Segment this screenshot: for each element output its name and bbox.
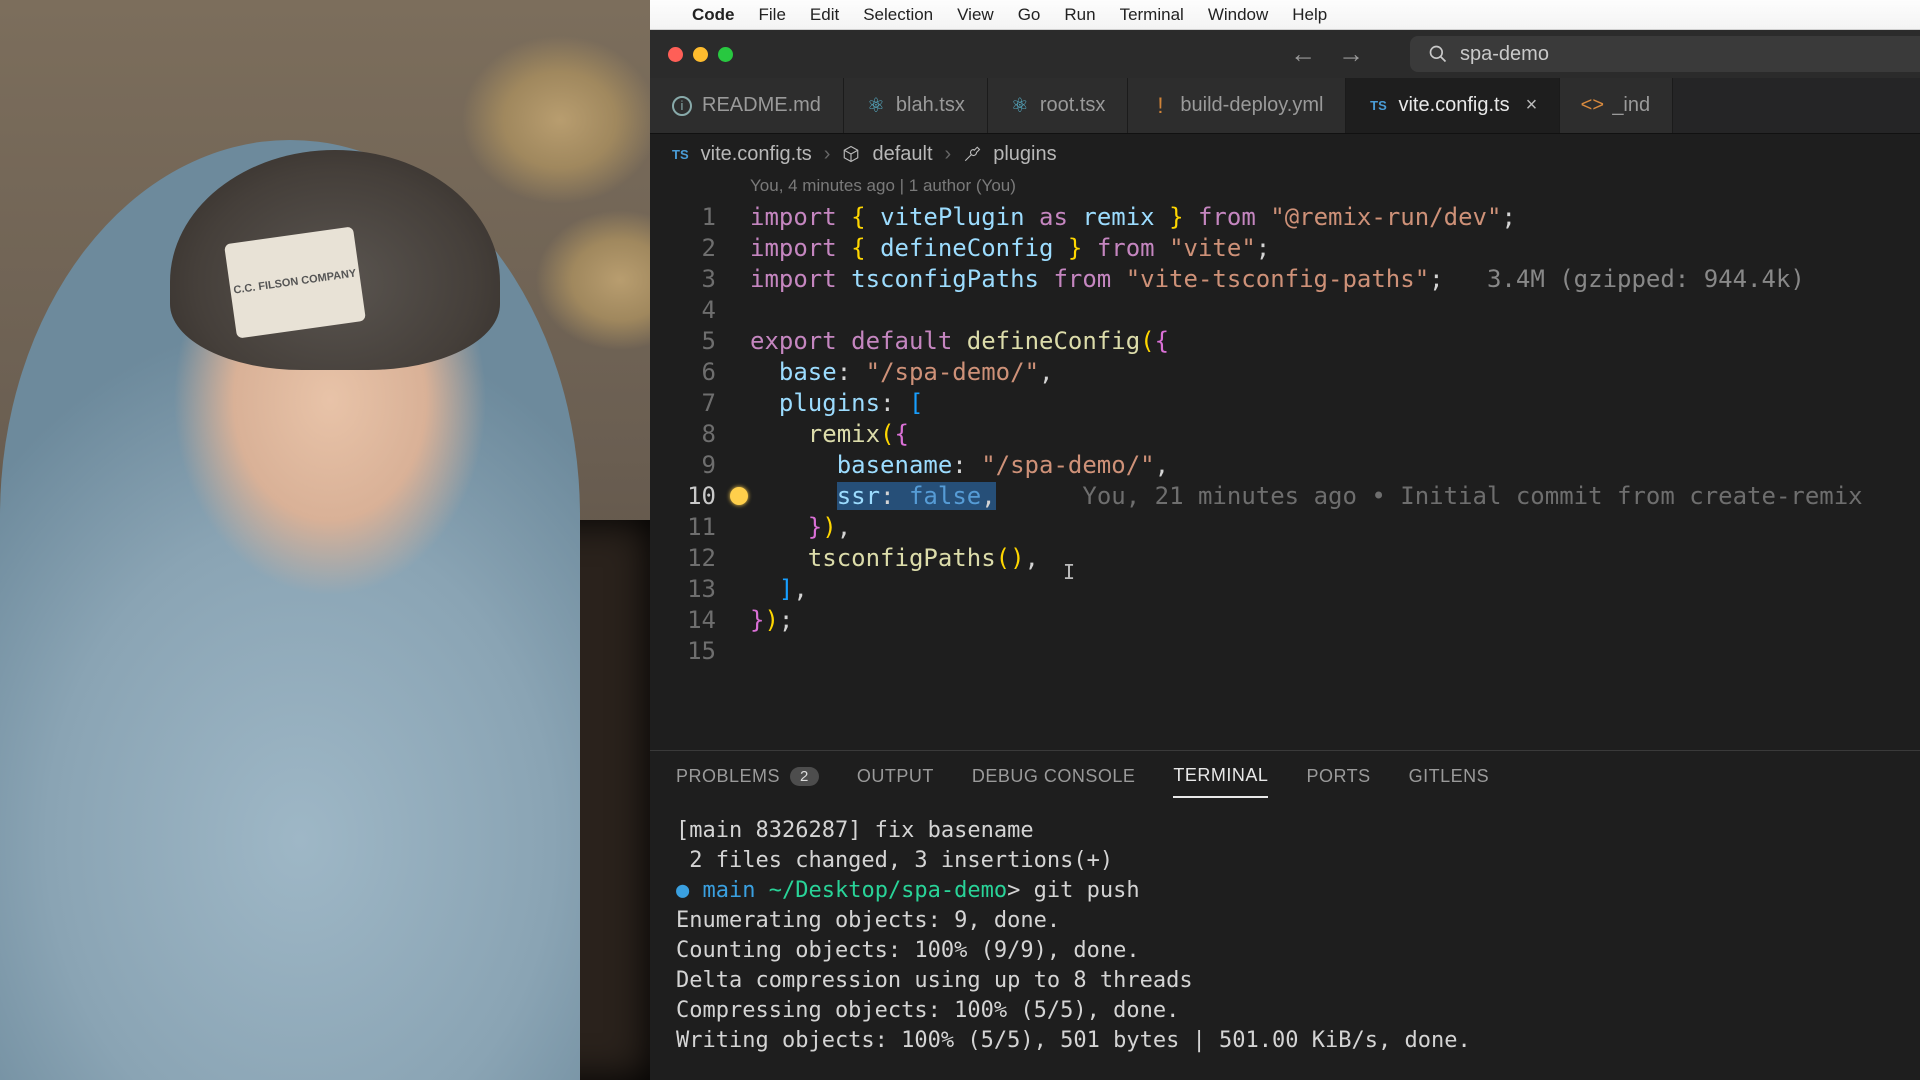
panel-tab-label: OUTPUT [857,766,934,787]
panel-tab-output[interactable]: OUTPUT [857,765,934,798]
gitlens-blame: You, 21 minutes ago • Initial commit fro… [1082,482,1862,510]
term-changed: 2 files changed, 3 insertions(+) [676,848,1113,873]
close-tab-icon[interactable]: × [1526,94,1538,117]
bottom-panel: PROBLEMS 2 OUTPUT DEBUG CONSOLE TERMINAL… [650,750,1920,1080]
tab-label: blah.tsx [896,94,965,117]
panel-tab-problems[interactable]: PROBLEMS 2 [676,765,819,798]
chevron-right-icon: › [945,143,952,166]
panel-tab-terminal[interactable]: TERMINAL [1173,765,1268,798]
menu-run[interactable]: Run [1064,5,1095,25]
panel-tab-label: TERMINAL [1173,765,1268,786]
pkg-vite: vite [1184,234,1242,262]
tab-index[interactable]: <> _ind [1560,78,1673,133]
code-editor[interactable]: 1import { vitePlugin as remix } from "@r… [650,202,1920,750]
react-icon: ⚛ [867,93,885,118]
cap-patch: C.C. FILSON COMPANY [224,226,366,338]
problems-badge: 2 [790,767,819,786]
import-size-hint: 3.4M (gzipped: 944.4k) [1487,265,1805,293]
text-cursor-icon: I [1063,557,1077,579]
close-window-button[interactable] [668,47,683,62]
panel-tab-label: PORTS [1306,766,1370,787]
search-text: spa-demo [1460,43,1549,66]
term-out-1: Counting objects: 100% (9/9), done. [676,938,1140,963]
term-out-4: Writing objects: 100% (5/5), 501 bytes |… [676,1028,1471,1053]
term-branch: main [703,878,756,903]
menu-terminal[interactable]: Terminal [1120,5,1184,25]
term-out-3: Compressing objects: 100% (5/5), done. [676,998,1179,1023]
fullscreen-window-button[interactable] [718,47,733,62]
typescript-icon: TS [1370,98,1387,113]
breadcrumb-default[interactable]: default [872,143,932,166]
traffic-lights [668,47,733,62]
ssr-value: false [909,482,981,510]
menu-go[interactable]: Go [1018,5,1041,25]
menu-view[interactable]: View [957,5,994,25]
editor-tabbar: i README.md ⚛ blah.tsx ⚛ root.tsx ! buil… [650,78,1920,134]
panel-tab-debug-console[interactable]: DEBUG CONSOLE [972,765,1136,798]
panel-tab-label: GITLENS [1409,766,1490,787]
lightbulb-icon[interactable] [730,487,748,505]
nav-forward-button[interactable]: → [1338,39,1364,70]
tab-vite-config[interactable]: TS vite.config.ts × [1346,78,1560,133]
menu-edit[interactable]: Edit [810,5,839,25]
exclamation-icon: ! [1157,93,1163,119]
nav-back-button[interactable]: ← [1290,39,1316,70]
tab-label: README.md [702,94,821,117]
term-out-0: Enumerating objects: 9, done. [676,908,1060,933]
vscode-window: Code File Edit Selection View Go Run Ter… [650,0,1920,1080]
panel-tabbar: PROBLEMS 2 OUTPUT DEBUG CONSOLE TERMINAL… [650,751,1920,798]
search-icon [1428,44,1448,64]
term-out-2: Delta compression using up to 8 threads [676,968,1193,993]
term-commit: [main 8326287] fix basename [676,818,1034,843]
react-icon: ⚛ [1011,93,1029,118]
panel-tab-ports[interactable]: PORTS [1306,765,1370,798]
tab-build-deploy[interactable]: ! build-deploy.yml [1128,78,1346,133]
tab-label: build-deploy.yml [1180,94,1323,117]
breadcrumb-plugins[interactable]: plugins [993,143,1056,166]
command-center-search[interactable]: spa-demo [1410,36,1920,72]
tab-label: root.tsx [1040,94,1106,117]
chevron-right-icon: › [824,143,831,166]
menu-window[interactable]: Window [1208,5,1268,25]
panel-tab-label: DEBUG CONSOLE [972,766,1136,787]
tab-root[interactable]: ⚛ root.tsx [988,78,1129,133]
html-icon: <> [1581,94,1604,117]
breadcrumb-file[interactable]: vite.config.ts [701,143,812,166]
tab-label: _ind [1612,94,1650,117]
tab-label: vite.config.ts [1398,94,1509,117]
tab-blah[interactable]: ⚛ blah.tsx [844,78,988,133]
pkg-tsconfig: vite-tsconfig-paths [1140,265,1415,293]
menubar-app-name[interactable]: Code [692,5,735,25]
info-icon: i [672,96,692,116]
basename-value: /spa-demo/ [996,451,1141,479]
panel-tab-label: PROBLEMS [676,766,780,787]
pkg-remix: @remix-run/dev [1285,203,1487,231]
wrench-icon [963,145,981,163]
window-titlebar: ← → spa-demo [650,30,1920,78]
tab-readme[interactable]: i README.md [650,78,844,133]
editor-nav-arrows: ← → [1290,39,1364,70]
menu-file[interactable]: File [759,5,786,25]
term-path: ~/Desktop/spa-demo [769,878,1007,903]
breadcrumb[interactable]: TS vite.config.ts › default › plugins [650,134,1920,174]
typescript-icon: TS [672,147,689,162]
codelens-authors[interactable]: You, 4 minutes ago | 1 author (You) [650,174,1920,202]
minimize-window-button[interactable] [693,47,708,62]
menu-help[interactable]: Help [1292,5,1327,25]
mac-menubar[interactable]: Code File Edit Selection View Go Run Ter… [650,0,1920,30]
menu-selection[interactable]: Selection [863,5,933,25]
terminal[interactable]: [main 8326287] fix basename 2 files chan… [650,798,1920,1080]
module-icon [842,145,860,163]
webcam-overlay: C.C. FILSON COMPANY [0,0,650,1080]
term-command: git push [1034,878,1140,903]
base-value: /spa-demo/ [880,358,1025,386]
panel-tab-gitlens[interactable]: GITLENS [1409,765,1490,798]
